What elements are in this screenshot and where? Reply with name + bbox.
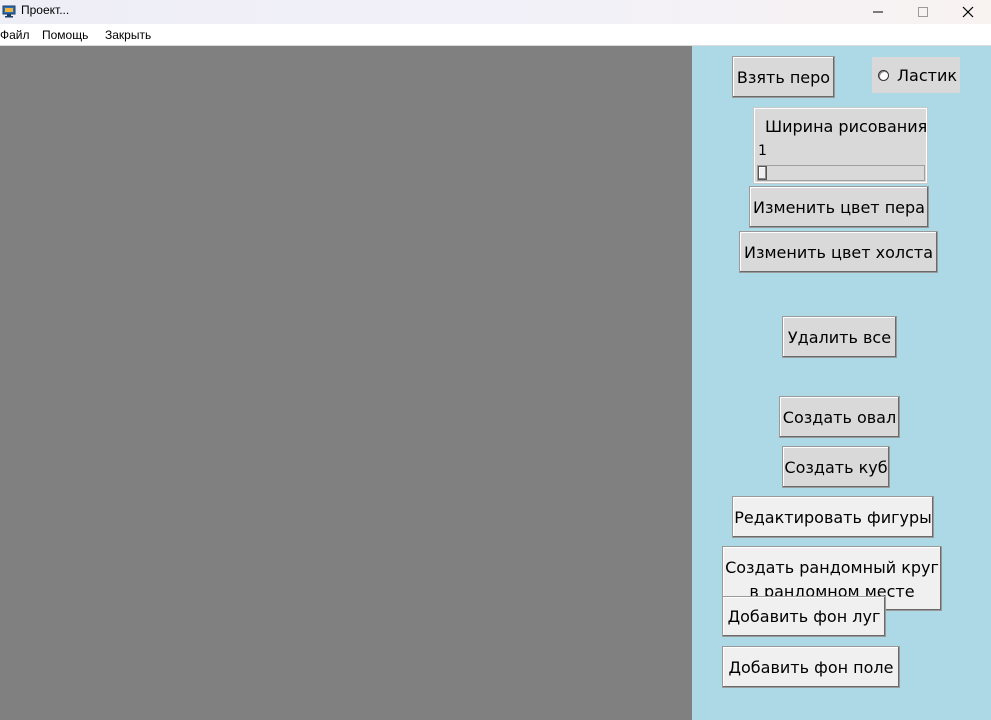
menu-bar: Файл Помощь Закрыть	[0, 24, 991, 46]
change-canvas-color-button[interactable]: Изменить цвет холста	[739, 231, 938, 273]
create-cube-button[interactable]: Создать куб	[782, 446, 890, 488]
add-meadow-background-button[interactable]: Добавить фон луг	[722, 596, 886, 637]
app-icon	[2, 5, 16, 18]
close-button[interactable]	[945, 0, 991, 24]
width-scale: Ширина рисования 1	[754, 108, 927, 183]
width-slider-thumb[interactable]	[758, 166, 767, 180]
menu-close[interactable]: Закрыть	[105, 28, 151, 42]
take-pen-button[interactable]: Взять перо	[732, 56, 835, 98]
eraser-label: Ластик	[897, 65, 958, 85]
title-bar: Проект...	[0, 0, 991, 24]
maximize-icon	[918, 7, 928, 17]
radio-circle-icon	[878, 69, 889, 81]
menu-help[interactable]: Помощь	[42, 28, 88, 42]
maximize-button[interactable]	[900, 0, 946, 24]
minimize-button[interactable]	[855, 0, 901, 24]
edit-shapes-button[interactable]: Редактировать фигуры	[732, 496, 934, 538]
change-pen-color-button[interactable]: Изменить цвет пера	[749, 186, 929, 228]
width-scale-value: 1	[758, 143, 767, 159]
drawing-canvas[interactable]	[0, 46, 692, 720]
delete-all-button[interactable]: Удалить все	[782, 316, 897, 358]
eraser-radio[interactable]: Ластик	[872, 57, 960, 93]
menu-file[interactable]: Файл	[0, 28, 30, 42]
width-slider-track[interactable]	[757, 165, 925, 181]
minimize-icon	[873, 11, 883, 13]
random-circle-label-line1: Создать рандомный круг	[725, 558, 939, 577]
window-title: Проект...	[21, 3, 70, 17]
width-scale-label: Ширина рисования	[765, 117, 928, 136]
close-icon	[962, 6, 974, 18]
control-panel: Взять перо Ластик Ширина рисования 1 Изм…	[692, 46, 991, 720]
add-field-background-button[interactable]: Добавить фон поле	[722, 646, 900, 688]
create-oval-button[interactable]: Создать овал	[779, 396, 900, 438]
